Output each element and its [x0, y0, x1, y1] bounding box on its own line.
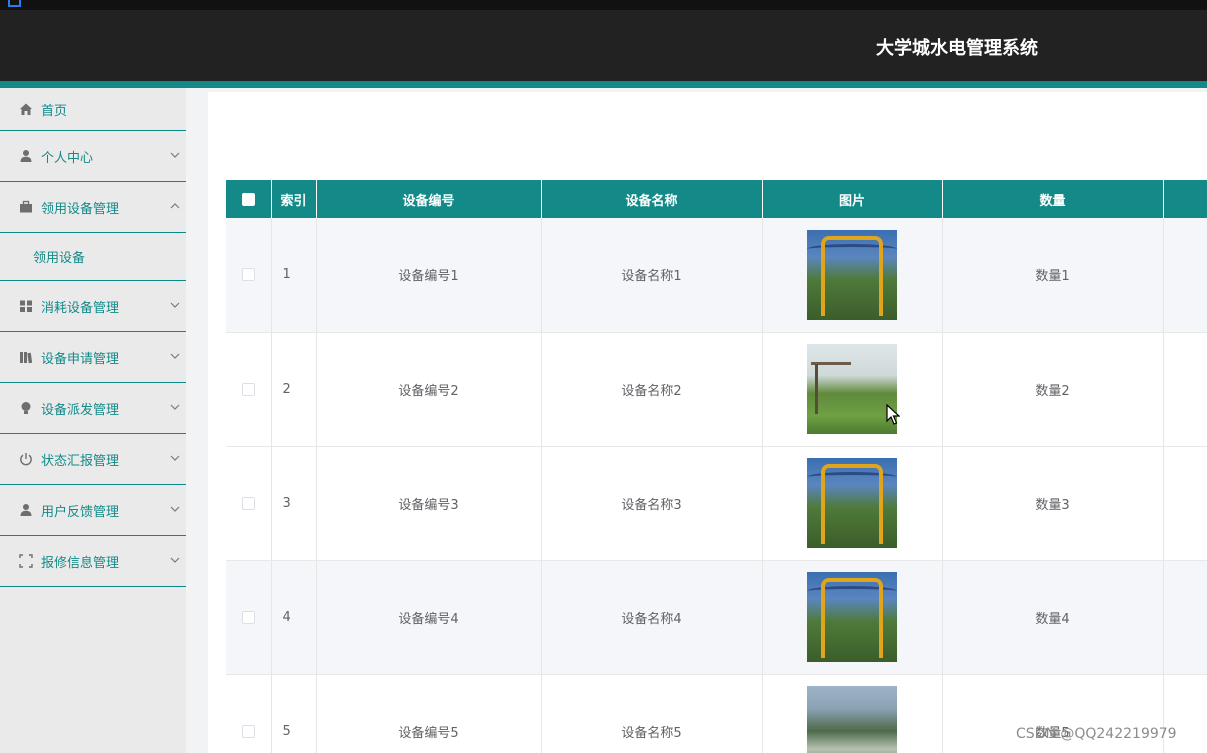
row-image-cell [762, 446, 943, 561]
grid-icon [19, 299, 33, 313]
sidebar-item-label: 个人中心 [41, 150, 94, 166]
bulb-icon [19, 401, 33, 415]
row-equipment-name: 设备名称4 [541, 560, 763, 675]
sidebar-item-label: 设备申请管理 [41, 351, 120, 367]
row-equipment-code: 设备编号5 [316, 674, 542, 753]
row-quantity: 数量4 [942, 560, 1164, 675]
row-equipment-name: 设备名称1 [541, 218, 763, 333]
row-image-cell [762, 560, 943, 675]
header-accent-bar [0, 81, 1207, 88]
app-header: 大学城水电管理系统 [0, 10, 1207, 81]
equipment-photo[interactable] [807, 344, 897, 434]
sidebar-item-equipment-dispatch[interactable]: 设备派发管理 [0, 383, 186, 434]
row-index: 2 [271, 332, 317, 447]
sidebar-item-repair-info[interactable]: 报修信息管理 [0, 536, 186, 587]
row-equipment-name: 设备名称3 [541, 446, 763, 561]
system-title: 大学城水电管理系统 [876, 38, 1038, 59]
fullscreen-icon [19, 554, 33, 568]
row-index: 1 [271, 218, 317, 333]
select-all-checkbox[interactable] [241, 192, 255, 206]
sidebar-item-equipment-receive[interactable]: 领用设备管理 [0, 182, 186, 233]
equipment-photo[interactable] [807, 572, 897, 662]
row-checkbox[interactable] [241, 724, 255, 738]
table-row[interactable]: 2 设备编号2 设备名称2 数量2 [226, 332, 1207, 447]
row-quantity: 数量2 [942, 332, 1164, 447]
window-app-icon [8, 0, 21, 7]
sidebar-item-label: 设备派发管理 [41, 402, 120, 418]
equipment-photo[interactable] [807, 458, 897, 548]
row-index: 4 [271, 560, 317, 675]
row-index: 5 [271, 674, 317, 753]
table-row[interactable]: 1 设备编号1 设备名称1 数量1 [226, 218, 1207, 333]
watermark: CSDN @QQ242219979 [1016, 726, 1177, 742]
sidebar-item-label: 首页 [41, 103, 68, 119]
chevron-down-icon [170, 557, 180, 563]
sidebar-item-equipment-application[interactable]: 设备申请管理 [0, 332, 186, 383]
equipment-table: 索引 设备编号 设备名称 图片 数量 1 设备编号1 设备名称1 数量1 2 设… [226, 180, 1207, 753]
chevron-down-icon [170, 353, 180, 359]
chevron-up-icon [170, 203, 180, 209]
row-checkbox[interactable] [241, 268, 255, 282]
sidebar-item-label: 消耗设备管理 [41, 300, 120, 316]
briefcase-icon [19, 200, 33, 214]
row-equipment-name: 设备名称2 [541, 332, 763, 447]
power-icon [19, 452, 33, 466]
column-header-quantity[interactable]: 数量 [942, 180, 1164, 218]
user-icon [19, 149, 33, 163]
mouse-cursor-icon [886, 404, 900, 425]
row-quantity: 数量1 [942, 218, 1164, 333]
row-quantity: 数量3 [942, 446, 1164, 561]
row-checkbox[interactable] [241, 382, 255, 396]
row-image-cell [762, 674, 943, 753]
row-equipment-name: 设备名称5 [541, 674, 763, 753]
row-image-cell [762, 332, 943, 447]
chevron-down-icon [170, 506, 180, 512]
table-row[interactable]: 4 设备编号4 设备名称4 数量4 [226, 560, 1207, 675]
sidebar-item-consumable-equipment[interactable]: 消耗设备管理 [0, 281, 186, 332]
column-header-index[interactable]: 索引 [271, 180, 317, 218]
row-equipment-code: 设备编号4 [316, 560, 542, 675]
chevron-down-icon [170, 404, 180, 410]
row-checkbox[interactable] [241, 610, 255, 624]
home-icon [19, 102, 33, 116]
sidebar: 首页 个人中心 领用设备管理 领用设备 消耗设备管理 设备申请管理 设备派发管理… [0, 88, 186, 753]
table-row[interactable]: 3 设备编号3 设备名称3 数量3 [226, 446, 1207, 561]
books-icon [19, 350, 33, 364]
column-header-code[interactable]: 设备编号 [316, 180, 542, 218]
row-equipment-code: 设备编号2 [316, 332, 542, 447]
select-all-cell [226, 180, 272, 218]
row-index: 3 [271, 446, 317, 561]
sidebar-item-label: 状态汇报管理 [41, 453, 120, 469]
sidebar-subitem-equipment-receive[interactable]: 领用设备 [0, 233, 186, 281]
sidebar-item-label: 领用设备管理 [41, 201, 120, 217]
table-header-row: 索引 设备编号 设备名称 图片 数量 [226, 180, 1207, 218]
equipment-photo[interactable] [807, 686, 897, 753]
column-header-overflow [1163, 180, 1207, 218]
equipment-photo[interactable] [807, 229, 897, 320]
sidebar-item-home[interactable]: 首页 [0, 88, 186, 131]
row-equipment-code: 设备编号1 [316, 218, 542, 333]
chevron-down-icon [170, 302, 180, 308]
user-icon [19, 503, 33, 517]
window-title-bar [0, 0, 1207, 10]
chevron-down-icon [170, 455, 180, 461]
sidebar-item-personal-center[interactable]: 个人中心 [0, 131, 186, 182]
sidebar-item-label: 报修信息管理 [41, 555, 120, 571]
sidebar-item-label: 用户反馈管理 [41, 504, 120, 520]
row-image-cell [762, 218, 943, 333]
row-equipment-code: 设备编号3 [316, 446, 542, 561]
column-header-image[interactable]: 图片 [762, 180, 943, 218]
sidebar-item-status-report[interactable]: 状态汇报管理 [0, 434, 186, 485]
sidebar-subitem-label: 领用设备 [33, 251, 86, 266]
chevron-down-icon [170, 152, 180, 158]
column-header-name[interactable]: 设备名称 [541, 180, 763, 218]
row-checkbox[interactable] [241, 496, 255, 510]
sidebar-item-user-feedback[interactable]: 用户反馈管理 [0, 485, 186, 536]
